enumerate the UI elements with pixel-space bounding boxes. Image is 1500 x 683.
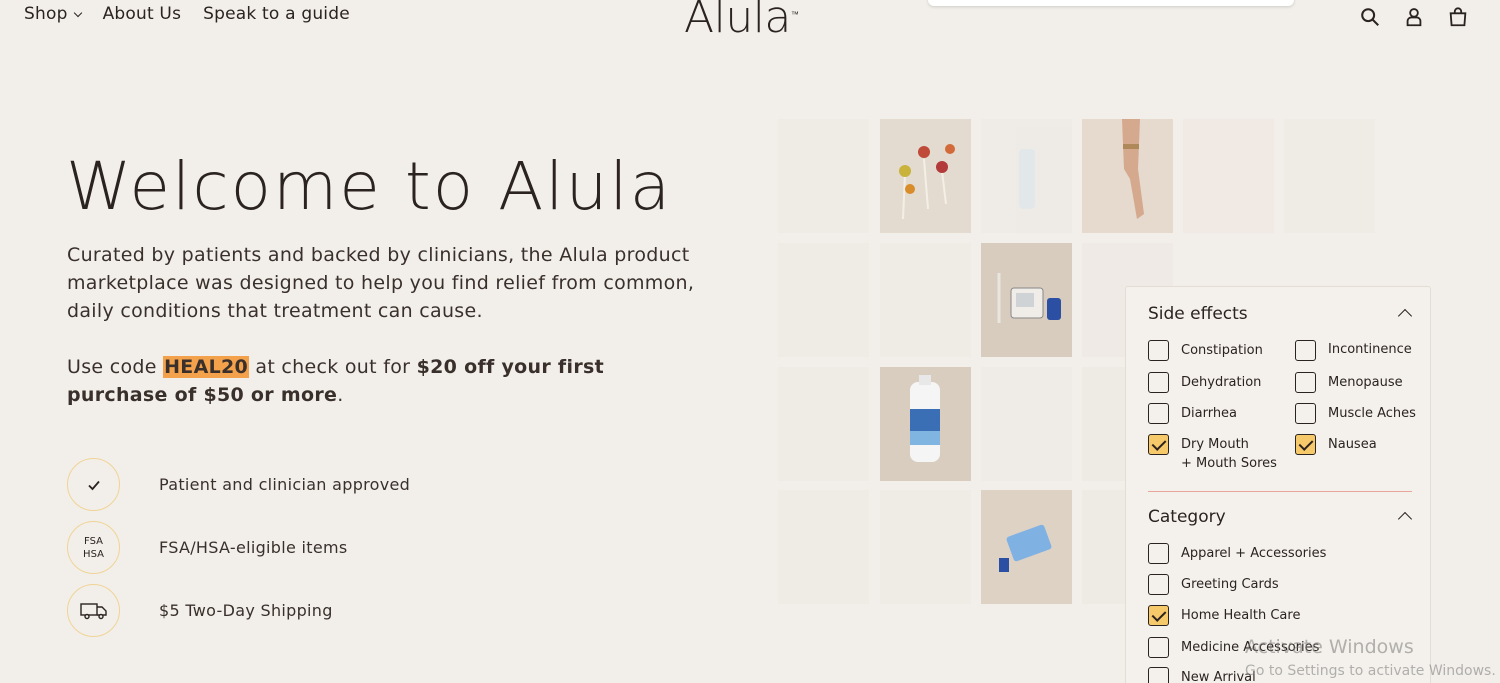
truck-icon — [67, 584, 120, 637]
feature-fsa: FSA HSA FSA/HSA-eligible items — [67, 521, 348, 574]
hero-title: Welcome to Alula — [66, 148, 673, 225]
account-icon[interactable] — [1403, 6, 1425, 28]
nav-shop-label: Shop — [24, 4, 68, 24]
filter-label: Muscle Aches — [1328, 406, 1416, 421]
checkbox[interactable] — [1148, 543, 1169, 564]
filter-muscle-aches[interactable]: Muscle Aches — [1295, 403, 1416, 424]
filter-constipation[interactable]: Constipation — [1148, 340, 1263, 361]
filter-label: Home Health Care — [1181, 608, 1301, 623]
hero-description: Curated by patients and backed by clinic… — [67, 244, 695, 322]
chevron-up-icon[interactable] — [1397, 511, 1413, 527]
filter-label: Diarrhea — [1181, 406, 1238, 421]
cart-icon[interactable] — [1447, 6, 1469, 28]
feature-text: $5 Two-Day Shipping — [159, 601, 333, 620]
nav-about[interactable]: About Us — [103, 4, 182, 24]
product-image-bp-monitor — [981, 243, 1072, 357]
filter-diarrhea[interactable]: Diarrhea — [1148, 403, 1237, 424]
search-icon[interactable] — [1359, 6, 1381, 28]
product-image — [1183, 119, 1274, 233]
filter-incontinence[interactable]: Incontinence — [1295, 340, 1412, 361]
filter-home-health-care[interactable]: Home Health Care — [1148, 605, 1300, 626]
promo-prefix: Use code — [67, 356, 164, 378]
filter-label: Menopause — [1328, 375, 1403, 390]
checkbox[interactable] — [1295, 340, 1316, 361]
filter-label: Greeting Cards — [1181, 577, 1279, 592]
checkbox[interactable] — [1148, 403, 1169, 424]
side-effects-title[interactable]: Side effects — [1148, 304, 1248, 324]
checkbox[interactable] — [1148, 637, 1169, 658]
filter-label: Dry Mouth + Mouth Sores — [1181, 437, 1277, 471]
product-image-lollipops — [880, 119, 971, 233]
windows-activation-watermark: Activate Windows — [1245, 636, 1414, 658]
checkbox[interactable] — [1148, 340, 1169, 361]
filter-nausea[interactable]: Nausea — [1295, 434, 1377, 455]
section-divider — [1148, 491, 1412, 492]
product-image-biotene — [880, 367, 971, 481]
filter-label: Apparel + Accessories — [1181, 546, 1327, 561]
product-image — [778, 490, 869, 604]
filter-label: Incontinence — [1328, 342, 1412, 357]
header-icons — [1359, 6, 1469, 28]
filter-panel: Side effects Constipation Incontinence D… — [1125, 286, 1431, 683]
filter-new-arrival[interactable]: New Arrival — [1148, 667, 1256, 683]
check-icon — [67, 458, 120, 511]
fsa-hsa-icon: FSA HSA — [67, 521, 120, 574]
nav-shop[interactable]: Shop — [24, 4, 82, 24]
site-logo[interactable]: Alula™ — [684, 0, 799, 43]
promo-code: HEAL20 — [163, 356, 250, 378]
feature-approved: Patient and clinician approved — [67, 458, 410, 511]
product-image — [981, 119, 1072, 233]
chevron-up-icon[interactable] — [1397, 308, 1413, 324]
product-image — [778, 119, 869, 233]
category-title[interactable]: Category — [1148, 507, 1226, 527]
checkbox[interactable] — [1148, 667, 1169, 683]
nav-guide-label: Speak to a guide — [203, 4, 350, 24]
filter-apparel[interactable]: Apparel + Accessories — [1148, 543, 1326, 564]
product-image — [778, 243, 869, 357]
checkbox[interactable] — [1148, 372, 1169, 393]
checkbox-checked[interactable] — [1148, 434, 1169, 455]
nav-guide[interactable]: Speak to a guide — [203, 4, 350, 24]
logo-trademark: ™ — [790, 10, 799, 19]
checkbox-checked[interactable] — [1295, 434, 1316, 455]
promo-text: Use code HEAL20 at check out for $20 off… — [67, 353, 697, 409]
filter-label: Constipation — [1181, 343, 1263, 358]
filter-label: Nausea — [1328, 437, 1377, 452]
filter-dry-mouth[interactable]: Dry Mouth + Mouth Sores — [1148, 434, 1277, 473]
filter-label: Dehydration — [1181, 375, 1262, 390]
filter-menopause[interactable]: Menopause — [1295, 372, 1403, 393]
product-image — [778, 367, 869, 481]
feature-text: Patient and clinician approved — [159, 475, 411, 494]
checkbox[interactable] — [1295, 372, 1316, 393]
hsa-label: HSA — [83, 548, 104, 560]
product-image — [981, 367, 1072, 481]
promo-suffix: . — [337, 384, 344, 406]
checkbox[interactable] — [1148, 574, 1169, 595]
main-nav: Shop About Us Speak to a guide — [24, 4, 350, 24]
feature-text: FSA/HSA-eligible items — [159, 538, 348, 557]
product-image-pill-organizer — [981, 490, 1072, 604]
product-image — [880, 243, 971, 357]
filter-dehydration[interactable]: Dehydration — [1148, 372, 1261, 393]
feature-shipping: $5 Two-Day Shipping — [67, 584, 333, 637]
windows-activation-hint: Go to Settings to activate Windows. — [1245, 663, 1496, 679]
checkbox-checked[interactable] — [1148, 605, 1169, 626]
product-image-bracelet — [1082, 119, 1173, 233]
popup-edge — [928, 0, 1294, 6]
product-image — [1284, 119, 1375, 233]
filter-greeting-cards[interactable]: Greeting Cards — [1148, 574, 1279, 595]
site-header: Shop About Us Speak to a guide Alula™ — [0, 0, 1500, 60]
promo-middle: at check out for — [249, 356, 417, 378]
checkbox[interactable] — [1295, 403, 1316, 424]
logo-text: Alula — [684, 0, 791, 43]
fsa-label: FSA — [84, 535, 103, 547]
chevron-down-icon — [73, 8, 82, 17]
product-image — [880, 490, 971, 604]
nav-about-label: About Us — [102, 4, 182, 24]
